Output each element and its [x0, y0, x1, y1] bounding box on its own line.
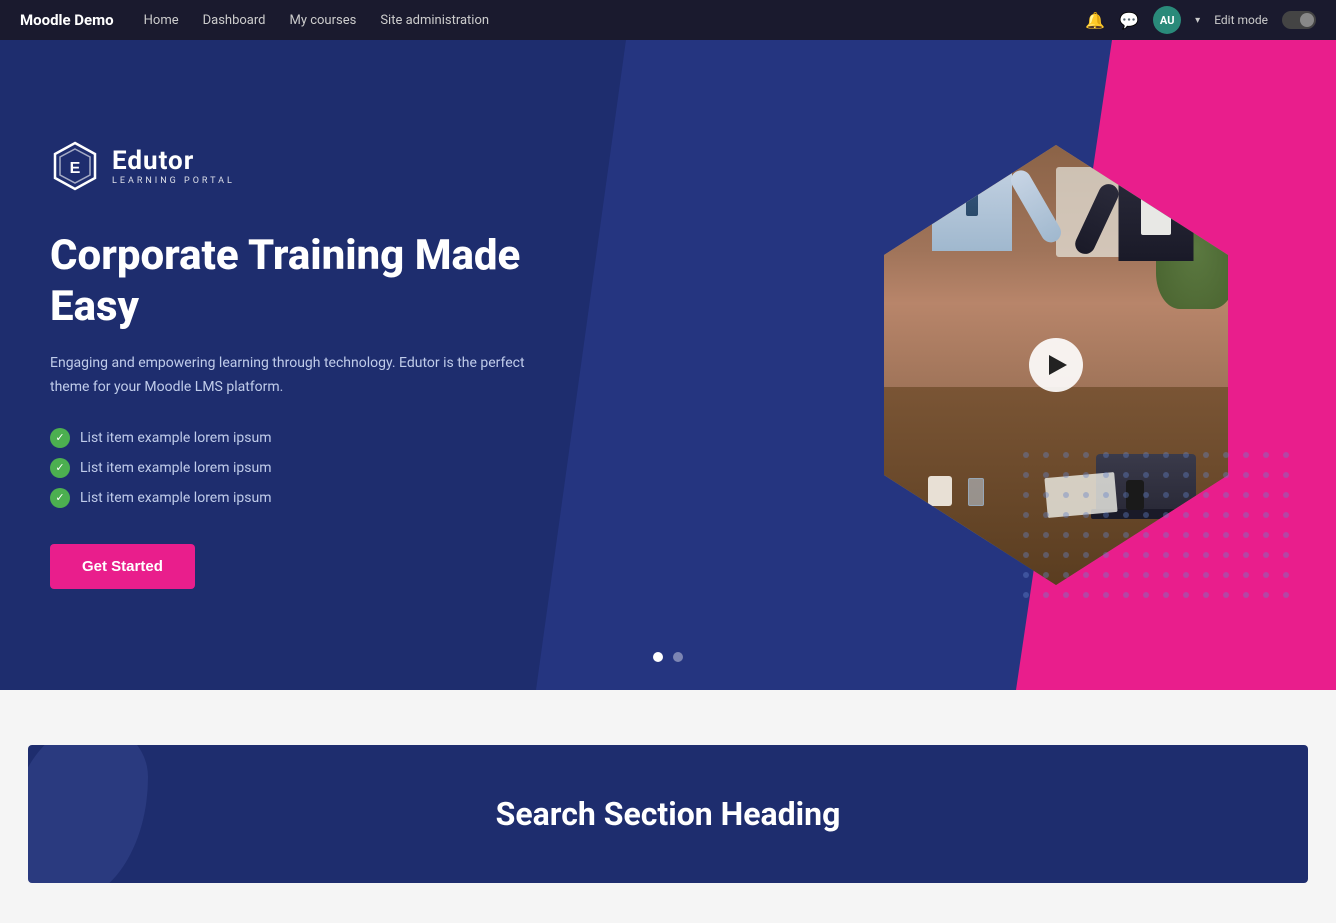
- list-item-1: ✓ List item example lorem ipsum: [50, 428, 570, 448]
- check-icon-1: ✓: [50, 428, 70, 448]
- edit-mode-toggle[interactable]: [1282, 11, 1316, 29]
- logo-name: Edutor: [112, 146, 235, 176]
- search-section-heading: Search Section Heading: [48, 795, 1288, 833]
- hero-section: E Edutor LEARNING PORTAL Corporate Train…: [0, 40, 1336, 690]
- play-button[interactable]: [1029, 338, 1083, 392]
- check-icon-3: ✓: [50, 488, 70, 508]
- svg-text:E: E: [70, 160, 81, 177]
- dot-pattern: // Generate dots for (let r = 0; r < 8; …: [1016, 445, 1296, 605]
- hex-container: // Generate dots for (let r = 0; r < 8; …: [836, 125, 1276, 605]
- navbar-link-site-admin[interactable]: Site administration: [380, 13, 489, 28]
- navbar-brand: Moodle Demo: [20, 11, 114, 29]
- below-hero: Search Section Heading: [0, 690, 1336, 923]
- hero-list: ✓ List item example lorem ipsum ✓ List i…: [50, 428, 570, 508]
- navbar: Moodle Demo Home Dashboard My courses Si…: [0, 0, 1336, 40]
- carousel-dot-1[interactable]: [653, 652, 663, 662]
- get-started-button[interactable]: Get Started: [50, 544, 195, 589]
- logo-text: Edutor LEARNING PORTAL: [112, 146, 235, 186]
- navbar-right: 🔔 💬 AU ▾ Edit mode: [1085, 6, 1316, 34]
- chevron-down-icon[interactable]: ▾: [1195, 15, 1200, 26]
- navbar-link-my-courses[interactable]: My courses: [289, 13, 356, 28]
- check-icon-2: ✓: [50, 458, 70, 478]
- hero-content: E Edutor LEARNING PORTAL Corporate Train…: [0, 81, 620, 648]
- list-item-2: ✓ List item example lorem ipsum: [50, 458, 570, 478]
- chat-icon[interactable]: 💬: [1119, 11, 1139, 30]
- hero-description: Engaging and empowering learning through…: [50, 352, 550, 400]
- navbar-links: Home Dashboard My courses Site administr…: [144, 13, 1056, 28]
- navbar-link-dashboard[interactable]: Dashboard: [203, 13, 266, 28]
- logo-area: E Edutor LEARNING PORTAL: [50, 141, 570, 191]
- bell-icon[interactable]: 🔔: [1085, 11, 1105, 30]
- carousel-dot-2[interactable]: [673, 652, 683, 662]
- search-section: Search Section Heading: [28, 745, 1308, 883]
- edutor-logo-icon: E: [50, 141, 100, 191]
- navbar-link-home[interactable]: Home: [144, 13, 179, 28]
- list-item-3: ✓ List item example lorem ipsum: [50, 488, 570, 508]
- hero-title: Corporate Training Made Easy: [50, 231, 570, 332]
- logo-sub: LEARNING PORTAL: [112, 176, 235, 186]
- edit-mode-label: Edit mode: [1214, 13, 1268, 27]
- carousel-dots: [653, 652, 683, 662]
- avatar[interactable]: AU: [1153, 6, 1181, 34]
- hero-image-area: // Generate dots for (let r = 0; r < 8; …: [836, 125, 1276, 605]
